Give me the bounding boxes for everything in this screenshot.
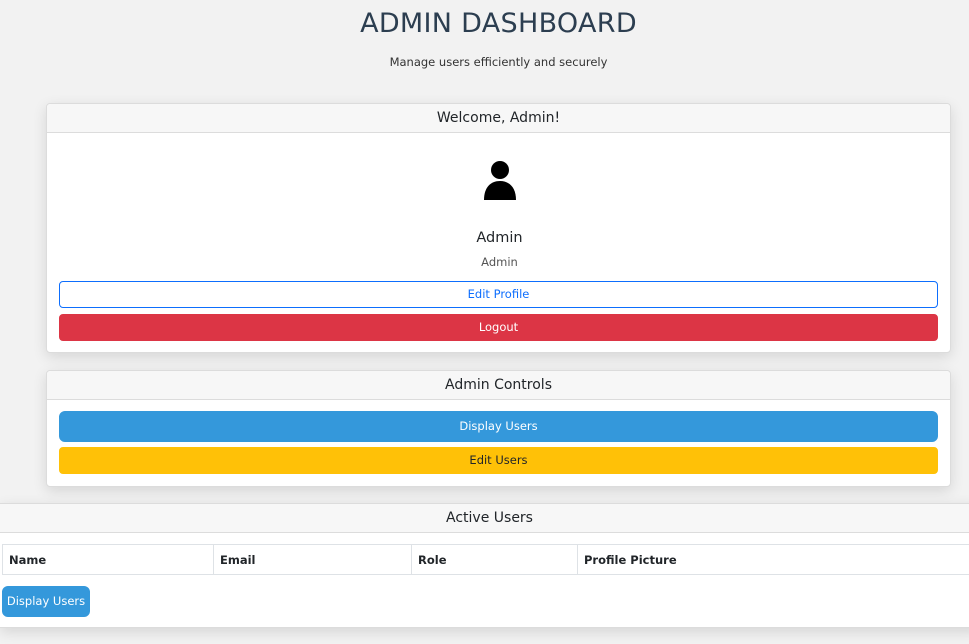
column-header-profile-picture: Profile Picture <box>577 544 969 575</box>
display-users-button[interactable]: Display Users <box>59 411 938 442</box>
edit-users-button[interactable]: Edit Users <box>59 447 938 474</box>
column-header-email: Email <box>213 544 412 575</box>
users-table: Name Email Role Profile Picture <box>2 544 969 575</box>
display-users-table-button[interactable]: Display Users <box>2 586 90 617</box>
active-users-card: Active Users Name Email Role Profile Pic… <box>0 503 969 628</box>
welcome-card-header: Welcome, Admin! <box>47 104 950 133</box>
user-icon <box>484 161 516 200</box>
active-users-header: Active Users <box>0 504 969 533</box>
logout-button[interactable]: Logout <box>59 314 938 341</box>
admin-controls-card: Admin Controls Display Users Edit Users <box>46 370 951 487</box>
column-header-name: Name <box>2 544 214 575</box>
welcome-card: Welcome, Admin! Admin Admin Edit Profile… <box>46 103 951 353</box>
admin-controls-header: Admin Controls <box>47 371 950 400</box>
table-header-row: Name Email Role Profile Picture <box>2 544 969 575</box>
user-role: Admin <box>481 255 518 269</box>
dashboard-page: ADMIN DASHBOARD Manage users efficiently… <box>0 0 969 644</box>
page-title: ADMIN DASHBOARD <box>360 8 637 39</box>
edit-profile-button[interactable]: Edit Profile <box>59 281 938 308</box>
column-header-role: Role <box>411 544 578 575</box>
page-subtitle: Manage users efficiently and securely <box>389 55 608 69</box>
user-name: Admin <box>476 230 523 246</box>
